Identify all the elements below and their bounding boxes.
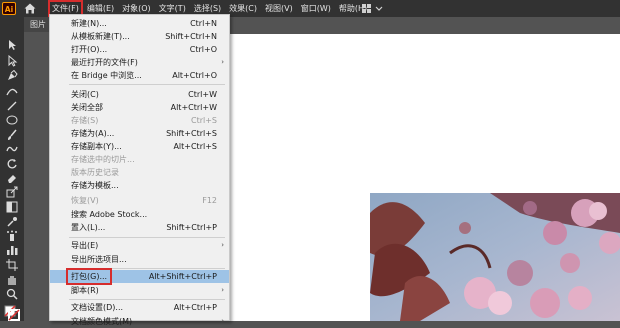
document-tab-label: 图片 bbox=[30, 20, 46, 29]
ellipse-tool-icon[interactable] bbox=[6, 114, 18, 126]
menu-separator bbox=[69, 268, 225, 269]
menu-item-export[interactable]: 导出(E) › bbox=[50, 239, 229, 252]
submenu-arrow-icon: › bbox=[221, 317, 224, 325]
menu-effect[interactable]: 效果(C) bbox=[225, 0, 261, 17]
menu-item-package[interactable]: 打包(G)... Alt+Shift+Ctrl+P bbox=[50, 268, 229, 285]
menu-item-save-copy[interactable]: 存储副本(Y)... Alt+Ctrl+S bbox=[50, 140, 229, 153]
menu-item-open-recent[interactable]: 最近打开的文件(F) › bbox=[50, 56, 229, 69]
tools-panel bbox=[0, 17, 24, 321]
submenu-arrow-icon: › bbox=[221, 241, 224, 249]
curvature-tool-icon[interactable] bbox=[6, 85, 18, 97]
menu-item-save[interactable]: 存储(S) Ctrl+S bbox=[50, 114, 229, 127]
menu-item-revert[interactable]: 恢复(V) F12 bbox=[50, 194, 229, 207]
menu-item-document-color-mode[interactable]: 文档颜色模式(M) › bbox=[50, 315, 229, 328]
menu-item-place[interactable]: 置入(L)... Shift+Ctrl+P bbox=[50, 221, 229, 234]
pen-tool-icon[interactable] bbox=[6, 70, 18, 82]
menu-item-new-from-template[interactable]: 从模板新建(T)... Shift+Ctrl+N bbox=[50, 30, 229, 43]
flower-photo-image bbox=[370, 193, 620, 321]
menu-item-document-setup[interactable]: 文档设置(D)... Alt+Ctrl+P bbox=[50, 301, 229, 314]
menu-item-new[interactable]: 新建(N)... Ctrl+N bbox=[50, 17, 229, 30]
workspace-switcher-icon[interactable] bbox=[362, 4, 384, 14]
symbol-sprayer-tool-icon[interactable] bbox=[6, 230, 18, 242]
submenu-arrow-icon: › bbox=[221, 58, 224, 66]
selection-tool-icon[interactable] bbox=[6, 39, 18, 51]
fill-stroke-swatch-icon[interactable] bbox=[4, 305, 20, 321]
menu-separator bbox=[69, 299, 225, 300]
menu-item-save-as-template[interactable]: 存储为模板... bbox=[50, 179, 229, 192]
gradient-tool-icon[interactable] bbox=[6, 201, 18, 213]
app-logo: Ai bbox=[2, 2, 16, 15]
menu-item-version-history[interactable]: 版本历史记录 bbox=[50, 166, 229, 179]
line-tool-icon[interactable] bbox=[6, 100, 18, 112]
column-graph-tool-icon[interactable] bbox=[6, 244, 18, 256]
placed-image bbox=[370, 193, 620, 321]
hand-tool-icon[interactable] bbox=[6, 274, 18, 286]
direct-selection-tool-icon[interactable] bbox=[6, 55, 18, 67]
menu-item-scripts[interactable]: 脚本(R) › bbox=[50, 284, 229, 297]
menu-item-open[interactable]: 打开(O)... Ctrl+O bbox=[50, 43, 229, 56]
menu-item-export-selection[interactable]: 导出所选项目... bbox=[50, 253, 229, 266]
shaper-tool-icon[interactable] bbox=[6, 143, 18, 155]
menu-item-close-all[interactable]: 关闭全部 Alt+Ctrl+W bbox=[50, 101, 229, 114]
menu-item-browse-in-bridge[interactable]: 在 Bridge 中浏览... Alt+Ctrl+O bbox=[50, 69, 229, 82]
menu-window[interactable]: 窗口(W) bbox=[297, 0, 335, 17]
menu-item-close[interactable]: 关闭(C) Ctrl+W bbox=[50, 88, 229, 101]
eyedropper-tool-icon[interactable] bbox=[6, 216, 18, 228]
menu-separator bbox=[69, 84, 225, 85]
menu-item-save-selected-slices[interactable]: 存储选中的切片... bbox=[50, 153, 229, 166]
home-icon[interactable] bbox=[24, 3, 36, 14]
file-menu-dropdown: 新建(N)... Ctrl+N 从模板新建(T)... Shift+Ctrl+N 打… bbox=[49, 14, 230, 326]
menu-separator bbox=[69, 237, 225, 238]
menu-item-save-as[interactable]: 存储为(A)... Shift+Ctrl+S bbox=[50, 127, 229, 140]
menu-view[interactable]: 视图(V) bbox=[261, 0, 297, 17]
menu-item-search-adobe-stock[interactable]: 搜索 Adobe Stock... bbox=[50, 208, 229, 221]
artboard-tool-icon[interactable] bbox=[6, 259, 18, 271]
rotate-tool-icon[interactable] bbox=[6, 158, 18, 170]
eraser-tool-icon[interactable] bbox=[6, 172, 18, 184]
zoom-tool-icon[interactable] bbox=[6, 288, 18, 300]
paintbrush-tool-icon[interactable] bbox=[6, 129, 18, 141]
submenu-arrow-icon: › bbox=[221, 286, 224, 294]
scale-tool-icon[interactable] bbox=[6, 186, 18, 198]
